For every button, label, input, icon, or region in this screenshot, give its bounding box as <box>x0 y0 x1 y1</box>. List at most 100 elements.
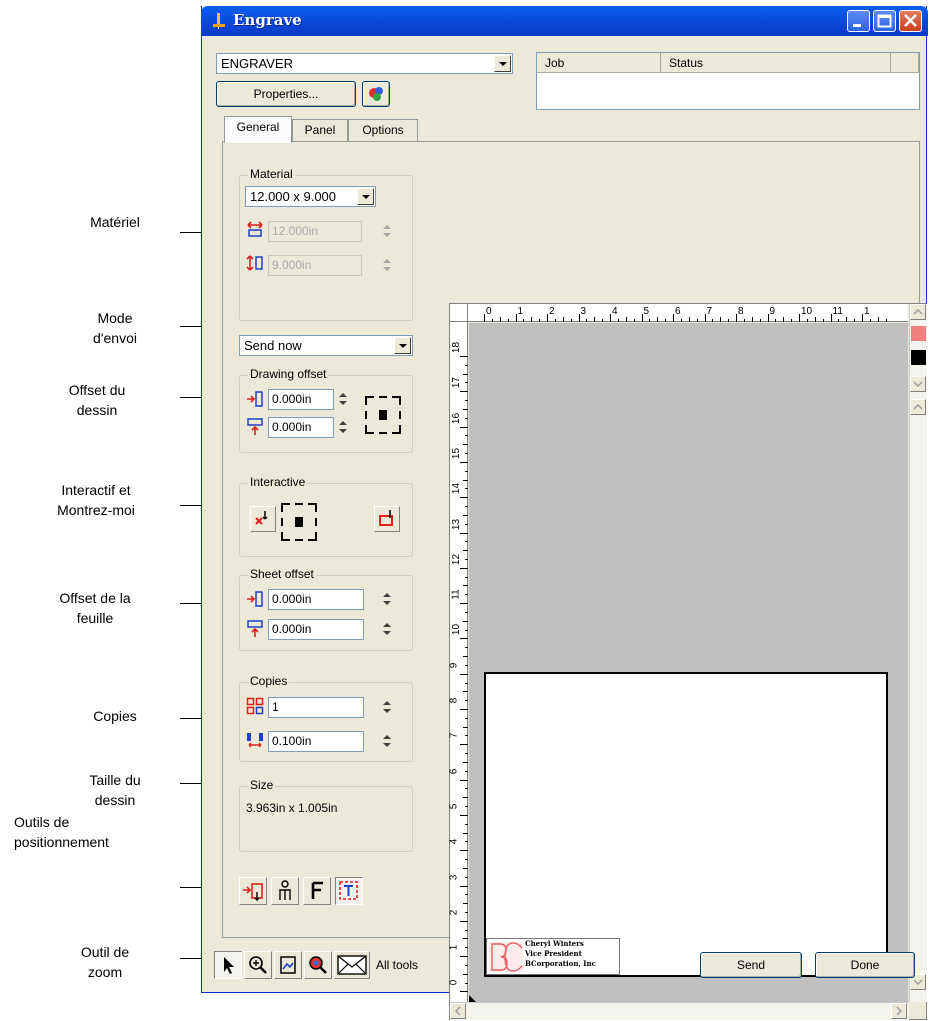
send-mode-select[interactable]: Send now <box>239 335 413 356</box>
copies-spacing-spinner[interactable] <box>380 732 396 751</box>
color-swatch-black[interactable] <box>911 350 926 365</box>
interactive-anchor-grid-icon[interactable] <box>278 500 320 544</box>
interactive-place-button[interactable] <box>250 506 276 532</box>
material-height-spinner[interactable] <box>380 256 396 275</box>
ruler-left-minor-tick <box>463 656 468 658</box>
material-width-spinner[interactable] <box>380 222 396 241</box>
properties-button[interactable]: Properties... <box>216 81 356 107</box>
ruler-left-label: 3 <box>448 874 460 880</box>
ruler-left-label: 4 <box>448 838 460 845</box>
ruler-top-minor-tick <box>720 317 722 322</box>
ruler-left-minor-tick <box>465 435 468 437</box>
material-height-field[interactable]: 9.000in <box>268 255 362 276</box>
material-width-field[interactable]: 12.000in <box>268 221 362 242</box>
job-column-header[interactable]: Job <box>537 53 661 73</box>
ruler-left-tick <box>460 461 468 463</box>
all-tools-button[interactable] <box>334 951 370 979</box>
ruler-top-tick <box>799 314 800 322</box>
zoom-page-button[interactable] <box>274 951 302 979</box>
ruler-left-label: 8 <box>448 697 460 704</box>
done-button[interactable]: Done <box>815 952 915 978</box>
copies-spacing-field[interactable]: 0.100in <box>268 731 364 752</box>
ruler-top-minor-tick <box>775 319 777 322</box>
sheet-offset-x-field[interactable]: 0.000in <box>268 589 364 610</box>
job-preview[interactable]: 0 1 2 3 4 5 6 7 8 9 10 11 1 18 17 16 15 14 13 12 11 10 9 8 7 6 5 4… <box>448 303 927 1020</box>
ruler-left-label: 9 <box>448 662 460 668</box>
scroll-left-button[interactable] <box>450 1003 466 1019</box>
ruler-left-label: 2 <box>448 909 460 916</box>
sheet-offset-y-field[interactable]: 0.000in <box>268 619 364 640</box>
show-me-button[interactable] <box>374 506 400 532</box>
ruler-left-minor-tick <box>463 761 468 763</box>
copies-count-field[interactable]: 1 <box>268 697 364 718</box>
ruler-top-label: 4 <box>612 306 618 317</box>
send-button[interactable]: Send <box>700 952 802 978</box>
sheet-horizontal-offset-icon <box>247 591 263 607</box>
sheet-offset-y-spinner[interactable] <box>380 620 396 639</box>
ruler-top-minor-tick <box>877 317 879 322</box>
position-tool-person[interactable] <box>271 877 299 905</box>
ruler-left-tick <box>460 709 468 710</box>
drawing-offset-x-field[interactable]: 0.000in <box>268 389 334 410</box>
material-group: Material 12.000 x 9.000 12.000in 9.000in <box>239 167 413 321</box>
ruler-top-tick <box>736 314 737 322</box>
arrow-down-icon <box>913 381 923 387</box>
chevron-down-icon[interactable] <box>494 55 511 72</box>
position-tool-font[interactable] <box>303 877 331 905</box>
position-tool-text-frame[interactable] <box>335 877 363 905</box>
color-swatch-red[interactable] <box>911 326 926 341</box>
minimize-button[interactable] <box>847 10 870 32</box>
size-label: Size <box>248 778 276 792</box>
close-button[interactable] <box>899 10 922 32</box>
position-tool-move[interactable] <box>239 877 267 905</box>
ruler-top-tick <box>830 314 832 322</box>
engrave-app-icon <box>213 13 225 29</box>
material-size-select[interactable]: 12.000 x 9.000 <box>245 186 376 207</box>
ruler-left-minor-tick <box>463 867 468 869</box>
sheet-offset-x-spinner[interactable] <box>380 590 396 609</box>
drawing-offset-y-field[interactable]: 0.000in <box>268 417 334 438</box>
printer-select[interactable]: ENGRAVER <box>216 53 513 74</box>
ruler-left-minor-tick <box>465 523 468 525</box>
scroll-right-button[interactable] <box>891 1003 907 1019</box>
ruler-top-minor-tick <box>885 319 887 322</box>
chevron-down-icon[interactable] <box>357 188 374 205</box>
ruler-left-minor-tick <box>465 453 468 455</box>
tab-panel[interactable]: Panel <box>292 119 348 142</box>
ruler-top-minor-tick <box>633 319 635 322</box>
drawing-offset-y-spinner[interactable] <box>336 418 352 437</box>
maximize-button[interactable] <box>873 10 896 32</box>
tab-options[interactable]: Options <box>348 119 418 142</box>
settings-button[interactable] <box>362 81 390 107</box>
zoom-page-icon <box>280 956 296 974</box>
bed-canvas[interactable]: Cheryl Winters Vice President BCorporati… <box>469 323 908 1002</box>
material-sheet[interactable]: Cheryl Winters Vice President BCorporati… <box>484 672 888 977</box>
vertical-scrollbar[interactable] <box>909 304 927 1002</box>
anchor-grid-icon[interactable] <box>362 393 404 437</box>
ruler-left-minor-tick <box>465 929 468 931</box>
drawing-offset-x-spinner[interactable] <box>336 390 352 409</box>
zoom-selection-button[interactable] <box>304 951 332 979</box>
copies-count-spinner[interactable] <box>380 698 396 717</box>
scroll-down-small-button[interactable] <box>910 376 926 392</box>
scroll-up-button[interactable] <box>910 304 926 320</box>
tab-general[interactable]: General <box>224 116 292 143</box>
annotation-line <box>180 958 202 959</box>
chevron-down-icon[interactable] <box>394 337 411 354</box>
horizontal-scrollbar[interactable] <box>450 1002 909 1020</box>
job-table[interactable]: Job Status <box>536 52 920 110</box>
status-column-header[interactable]: Status <box>661 53 891 73</box>
ruler-left-minor-tick <box>465 364 468 366</box>
select-tool-button[interactable] <box>214 951 242 979</box>
scroll-up-small-button[interactable] <box>910 399 926 415</box>
title-bar[interactable]: Engrave <box>201 6 928 36</box>
ruler-top-minor-tick <box>783 317 785 322</box>
interactive-group: Interactive <box>239 475 413 557</box>
text-frame-icon <box>339 881 358 900</box>
ruler-top-minor-tick <box>562 317 564 322</box>
ruler-left-minor-tick <box>465 806 468 808</box>
zoom-tool-button[interactable] <box>244 951 272 979</box>
ruler-left-minor-tick <box>465 629 468 631</box>
drawing-offset-group: Drawing offset 0.000in 0.000in <box>239 367 413 453</box>
material-width-icon <box>247 221 263 237</box>
